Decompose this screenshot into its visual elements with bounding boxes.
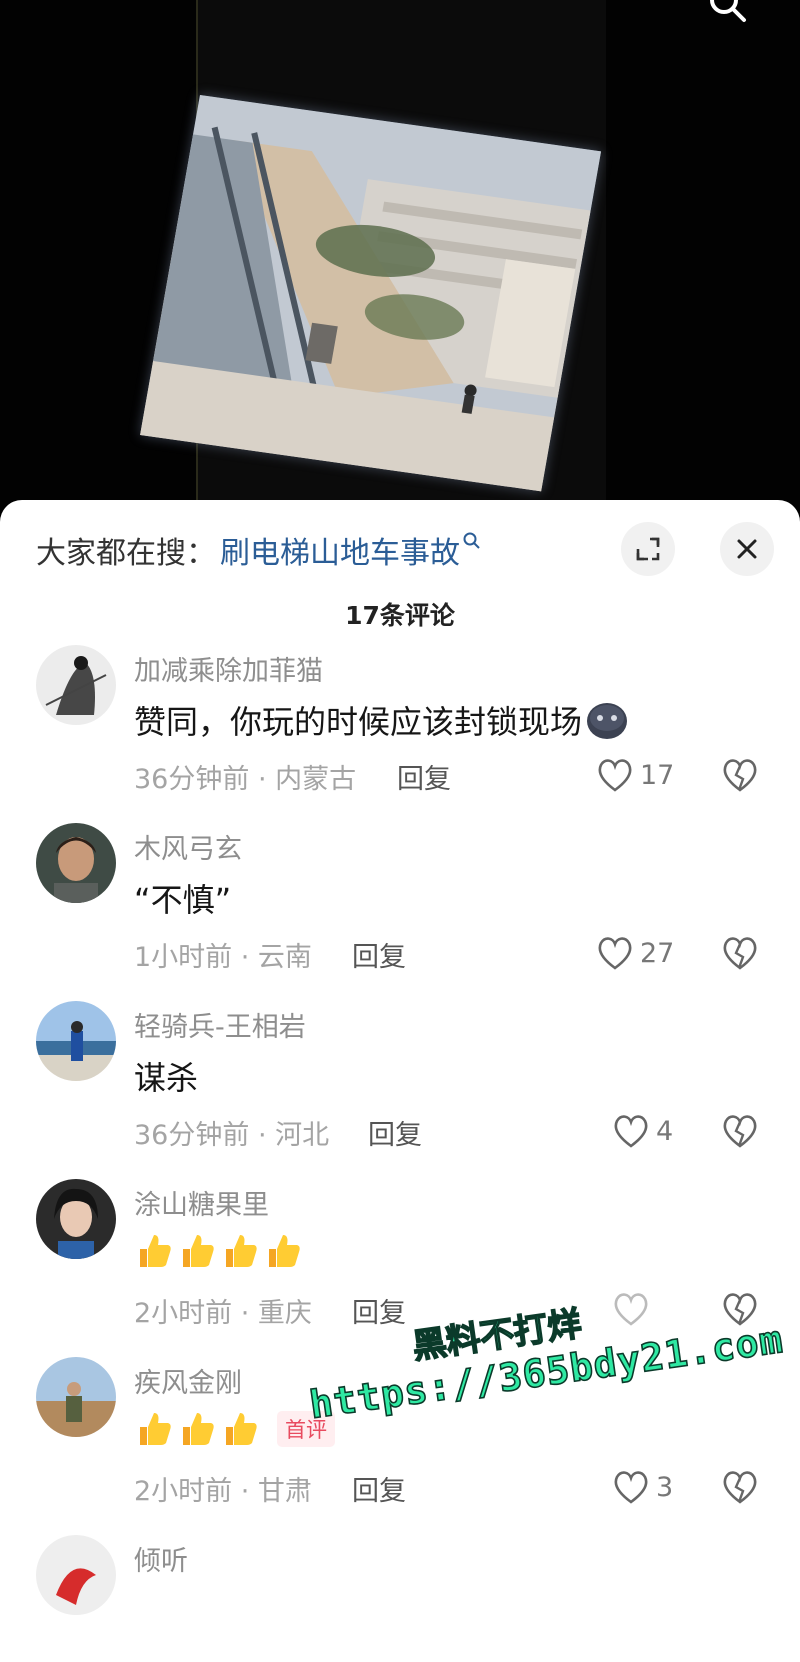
hot-search-term[interactable]: 刷电梯山地车事故 <box>220 528 460 572</box>
hot-search-bar[interactable]: 大家都在搜： 刷电梯山地车事故 <box>36 528 482 572</box>
comment-sheet: 大家都在搜： 刷电梯山地车事故 17条评论 加减乘除加菲猫 赞同，你玩的时候应该… <box>0 500 800 1662</box>
avatar-portrait <box>36 823 116 903</box>
reply-button[interactable]: 回复 <box>397 757 451 796</box>
broken-heart-icon[interactable] <box>720 1289 760 1329</box>
comment-item: 倾听 <box>0 1535 800 1662</box>
video-content <box>140 95 602 492</box>
comment-author[interactable]: 疾风金刚 <box>134 1361 242 1400</box>
like-button[interactable]: 27 <box>596 933 674 973</box>
expand-button[interactable] <box>621 522 675 576</box>
avatar[interactable] <box>36 1535 116 1615</box>
avatar-desert <box>36 1357 116 1437</box>
avatar[interactable] <box>36 1001 116 1081</box>
broken-heart-icon[interactable] <box>720 1467 760 1507</box>
comment-time-location: 36分钟前 · 河北 <box>134 1120 330 1151</box>
thumbs-up-emoji <box>140 1235 171 1267</box>
like-button[interactable]: 4 <box>612 1111 673 1151</box>
comment-count-title: 17条评论 <box>345 601 455 630</box>
first-comment-badge: 首评 <box>277 1411 335 1447</box>
comment-text: 赞同，你玩的时候应该封锁现场 <box>134 697 628 743</box>
broken-heart-icon[interactable] <box>720 755 760 795</box>
heart-icon <box>614 1293 648 1326</box>
comment-author[interactable]: 涂山糖果里 <box>134 1183 269 1222</box>
avatar[interactable] <box>36 823 116 903</box>
reply-button[interactable]: 回复 <box>352 1469 406 1508</box>
comment-author[interactable]: 倾听 <box>134 1539 188 1578</box>
comment-item: 轻骑兵-王相岩 谋杀 36分钟前 · 河北 回复 4 <box>0 1001 800 1181</box>
like-count: 27 <box>640 937 675 969</box>
close-icon <box>737 539 757 559</box>
like-count: 3 <box>656 1471 674 1503</box>
avatar-woman <box>36 1179 116 1259</box>
avatar[interactable] <box>36 1357 116 1437</box>
avatar-red-figure <box>36 1535 116 1615</box>
comment-time-location: 1小时前 · 云南 <box>134 942 312 973</box>
like-button[interactable]: 17 <box>596 755 674 795</box>
comment-emoji-row <box>134 1231 306 1271</box>
comment-author[interactable]: 轻骑兵-王相岩 <box>134 1005 306 1044</box>
comment-text: 谋杀 <box>134 1059 199 1097</box>
expand-icon <box>634 535 660 561</box>
comment-author[interactable]: 木风弓玄 <box>134 827 242 866</box>
thumbs-up-emoji <box>269 1235 300 1267</box>
broken-heart-icon[interactable] <box>720 1111 760 1151</box>
heart-icon <box>614 1115 648 1148</box>
heart-icon <box>598 759 632 792</box>
hot-search-prefix: 大家都在搜： <box>36 536 216 571</box>
comment-item: 疾风金刚 首评 2小时前 · 甘肃 回复 3 <box>0 1357 800 1537</box>
heart-icon <box>614 1471 648 1504</box>
search-small-icon <box>463 532 480 549</box>
dark-face-emoji <box>587 703 628 739</box>
reply-button[interactable]: 回复 <box>368 1113 422 1152</box>
avatar[interactable] <box>36 645 116 725</box>
avatar-ink-figure <box>36 645 116 725</box>
reply-button[interactable]: 回复 <box>352 1291 406 1330</box>
comment-item: 木风弓玄 “不慎” 1小时前 · 云南 回复 27 <box>0 823 800 1003</box>
like-button[interactable]: 3 <box>612 1467 673 1507</box>
thumbs-up-emoji <box>226 1413 257 1445</box>
video-scene-image <box>140 95 602 492</box>
comment-author[interactable]: 加减乘除加菲猫 <box>134 649 323 688</box>
comment-item: 加减乘除加菲猫 赞同，你玩的时候应该封锁现场 36分钟前 · 内蒙古 回复 17 <box>0 645 800 825</box>
avatar-beach <box>36 1001 116 1081</box>
thumbs-up-emoji <box>183 1413 214 1445</box>
broken-heart-icon[interactable] <box>720 933 760 973</box>
comment-body: 赞同，你玩的时候应该封锁现场 <box>134 703 583 741</box>
comment-item: 涂山糖果里 2小时前 · 重庆 回复 <box>0 1179 800 1359</box>
comment-time-location: 2小时前 · 甘肃 <box>134 1476 312 1507</box>
comment-emoji-row: 首评 <box>134 1409 335 1449</box>
close-button[interactable] <box>720 522 774 576</box>
thumbs-up-emoji <box>183 1235 214 1267</box>
reply-button[interactable]: 回复 <box>352 935 406 974</box>
comment-text: “不慎” <box>134 881 232 919</box>
like-count: 4 <box>656 1115 674 1147</box>
like-count: 17 <box>640 759 675 791</box>
thumbs-up-emoji <box>140 1413 171 1445</box>
search-icon[interactable] <box>708 0 748 26</box>
like-button[interactable] <box>612 1289 656 1329</box>
heart-icon <box>598 937 632 970</box>
thumbs-up-emoji <box>226 1235 257 1267</box>
avatar[interactable] <box>36 1179 116 1259</box>
comment-time-location: 2小时前 · 重庆 <box>134 1298 312 1329</box>
video-player[interactable] <box>0 0 800 510</box>
comment-time-location: 36分钟前 · 内蒙古 <box>134 764 357 795</box>
